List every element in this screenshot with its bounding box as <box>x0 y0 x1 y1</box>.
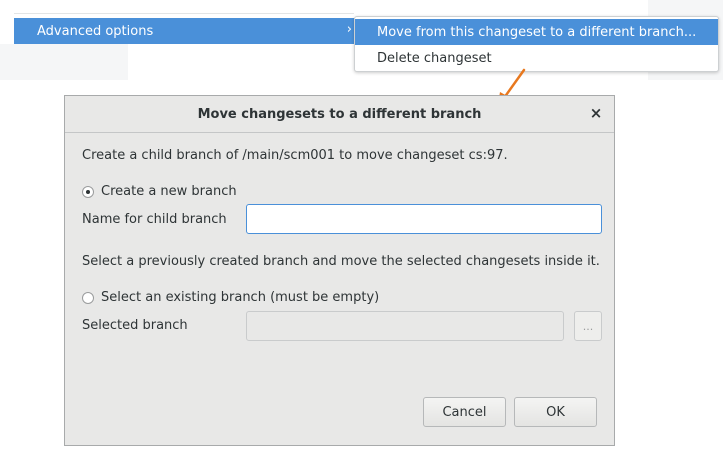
dialog-description: Create a child branch of /main/scm001 to… <box>82 148 508 163</box>
context-menu: Advanced options › <box>0 0 366 44</box>
chevron-right-icon: › <box>346 22 352 37</box>
child-branch-name-input[interactable] <box>246 204 602 234</box>
radio-create-new-branch[interactable] <box>82 186 94 198</box>
selected-branch-label: Selected branch <box>82 318 188 333</box>
menu-item-move-changeset[interactable]: Move from this changeset to a different … <box>355 19 718 45</box>
previous-menu-item <box>14 0 354 14</box>
selected-branch-field <box>246 311 564 341</box>
advanced-options-submenu: Move from this changeset to a different … <box>354 16 719 72</box>
ok-button[interactable]: OK <box>514 397 597 427</box>
child-branch-name-label: Name for child branch <box>82 212 227 227</box>
menu-item-advanced-options[interactable]: Advanced options › <box>14 18 357 44</box>
menu-item-label: Delete changeset <box>377 50 492 66</box>
radio-select-existing-branch[interactable] <box>82 292 94 304</box>
menu-item-label: Advanced options <box>37 23 154 39</box>
cancel-button[interactable]: Cancel <box>423 397 506 427</box>
browse-branch-button: ... <box>574 311 602 341</box>
dialog-title: Move changesets to a different branch <box>197 106 482 122</box>
radio-create-new-branch-label[interactable]: Create a new branch <box>101 184 237 199</box>
existing-branch-hint: Select a previously created branch and m… <box>82 254 600 269</box>
menu-item-label: Move from this changeset to a different … <box>377 24 697 40</box>
dialog-header: Move changesets to a different branch × <box>65 96 614 133</box>
menu-item-delete-changeset[interactable]: Delete changeset <box>355 45 718 71</box>
close-icon[interactable]: × <box>588 105 604 121</box>
radio-select-existing-branch-label[interactable]: Select an existing branch (must be empty… <box>101 290 379 305</box>
move-changesets-dialog: Move changesets to a different branch × … <box>64 95 615 446</box>
